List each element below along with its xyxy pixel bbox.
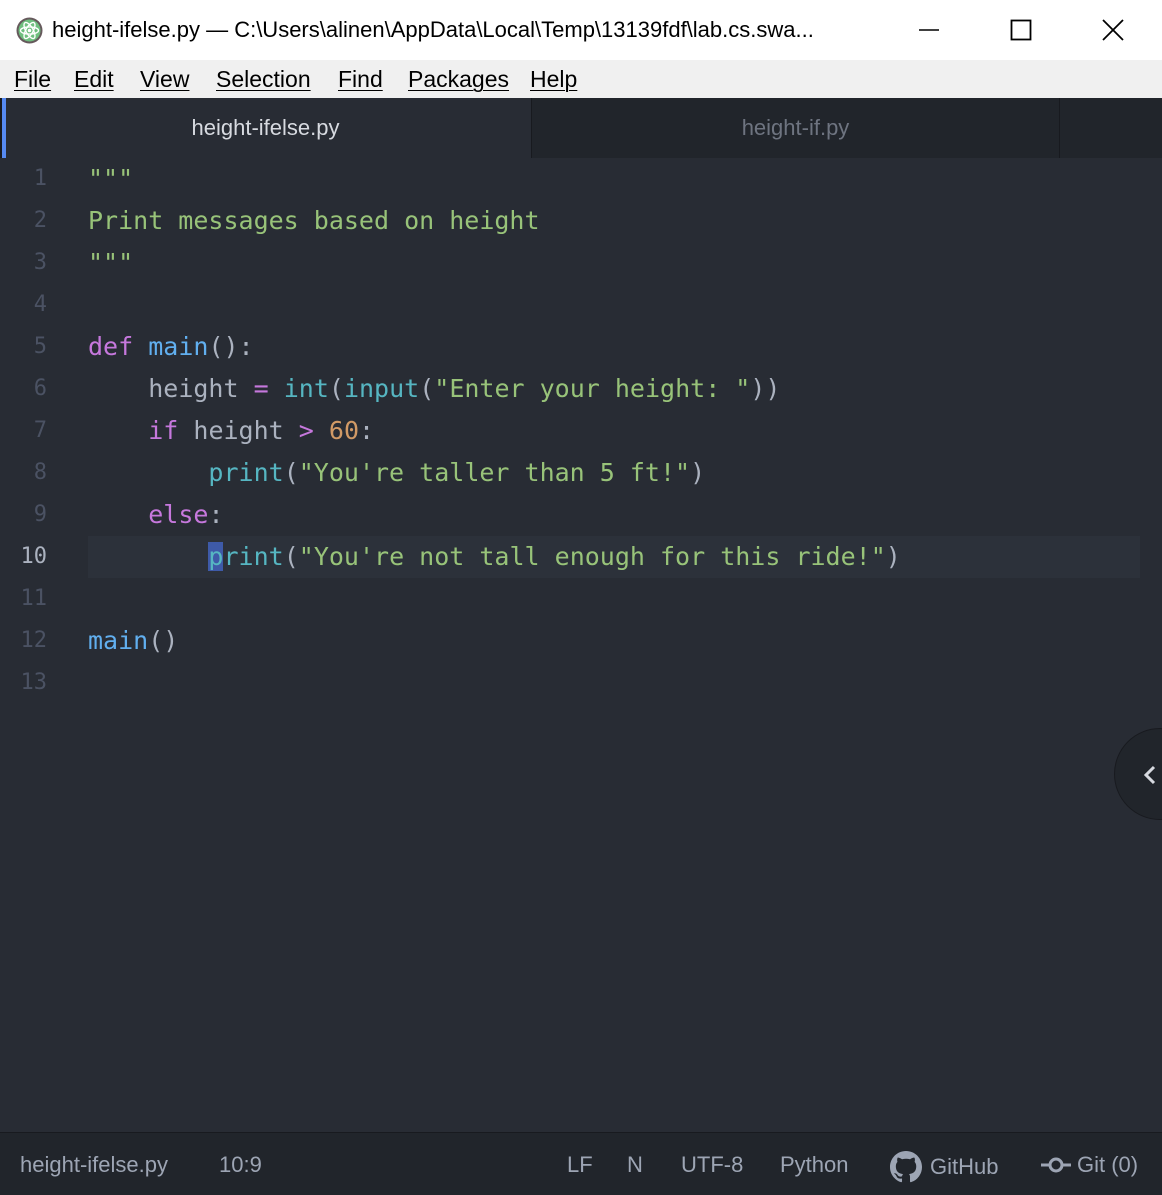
- code-line: def main():: [88, 332, 254, 361]
- status-n[interactable]: N: [627, 1151, 643, 1179]
- maximize-icon: [1010, 19, 1032, 41]
- menu-edit[interactable]: Edit: [74, 64, 114, 94]
- tab-label: height-if.py: [741, 115, 850, 140]
- line-number: 13: [20, 670, 48, 695]
- code-line-current: print("You're not tall enough for this r…: [208, 542, 901, 571]
- menu-view[interactable]: View: [140, 64, 189, 94]
- status-bar: height-ifelse.py 10:9 LF N UTF-8 Python …: [0, 1132, 1162, 1195]
- line-number: 1: [33, 166, 47, 191]
- line-number: 7: [33, 418, 47, 443]
- line-number: 3: [33, 250, 47, 275]
- line-number-current: 10: [20, 544, 48, 569]
- status-encoding[interactable]: UTF-8: [681, 1151, 743, 1179]
- minimize-icon: [919, 29, 939, 31]
- status-file-path[interactable]: height-ifelse.py: [20, 1151, 168, 1179]
- menu-packages[interactable]: Packages: [408, 64, 509, 94]
- git-commit-icon: [1041, 1157, 1071, 1173]
- status-github-button[interactable]: GitHub: [890, 1151, 998, 1183]
- code-line: Print messages based on height: [88, 206, 540, 235]
- tab-height-if[interactable]: height-if.py: [531, 98, 1060, 158]
- code-line: print("You're taller than 5 ft!"): [208, 458, 706, 487]
- menu-bar: File Edit View Selection Find Packages H…: [0, 60, 1162, 98]
- line-number: 8: [33, 460, 47, 485]
- github-icon: [890, 1151, 922, 1183]
- line-number: 11: [20, 586, 48, 611]
- menu-file[interactable]: File: [14, 64, 51, 94]
- text-cursor: p: [208, 542, 224, 571]
- tree-view-toggle-button[interactable]: [1114, 728, 1162, 820]
- menu-selection[interactable]: Selection: [216, 64, 311, 94]
- status-line-ending[interactable]: LF: [567, 1151, 593, 1179]
- status-grammar[interactable]: Python: [780, 1151, 849, 1179]
- tab-label: height-ifelse.py: [191, 115, 340, 140]
- line-number: 9: [33, 502, 47, 527]
- line-number: 12: [20, 628, 48, 653]
- line-number: 6: [33, 376, 47, 401]
- chevron-left-icon: [1143, 765, 1156, 785]
- code-line: main(): [88, 626, 179, 655]
- line-number: 4: [33, 292, 47, 317]
- tab-height-ifelse[interactable]: height-ifelse.py: [0, 98, 531, 158]
- code-editor[interactable]: 1 2 3 4 5 6 7 8 9 10 11 12 13 """ Print …: [0, 158, 1162, 1132]
- line-number: 5: [33, 334, 47, 359]
- github-label: GitHub: [930, 1154, 999, 1179]
- line-number: 2: [33, 208, 47, 233]
- code-line: else:: [148, 500, 224, 529]
- maximize-button[interactable]: [975, 0, 1067, 60]
- close-button[interactable]: [1067, 0, 1159, 60]
- code-line: if height > 60:: [148, 416, 375, 445]
- code-line: """: [88, 164, 134, 193]
- minimize-button[interactable]: [883, 0, 975, 60]
- status-cursor-position[interactable]: 10:9: [219, 1151, 262, 1179]
- close-icon: [1102, 19, 1124, 41]
- status-git-button[interactable]: Git (0): [1041, 1151, 1138, 1179]
- code-line: """: [88, 248, 134, 277]
- atom-icon: [16, 17, 43, 44]
- title-bar: height-ifelse.py — C:\Users\alinen\AppDa…: [0, 0, 1162, 60]
- tab-bar: height-ifelse.py height-if.py: [0, 98, 1162, 158]
- code-line: height = int(input("Enter your height: "…: [148, 374, 781, 403]
- menu-find[interactable]: Find: [338, 64, 383, 94]
- window-title: height-ifelse.py — C:\Users\alinen\AppDa…: [52, 17, 814, 42]
- git-label: Git (0): [1077, 1152, 1139, 1177]
- menu-help[interactable]: Help: [530, 64, 577, 94]
